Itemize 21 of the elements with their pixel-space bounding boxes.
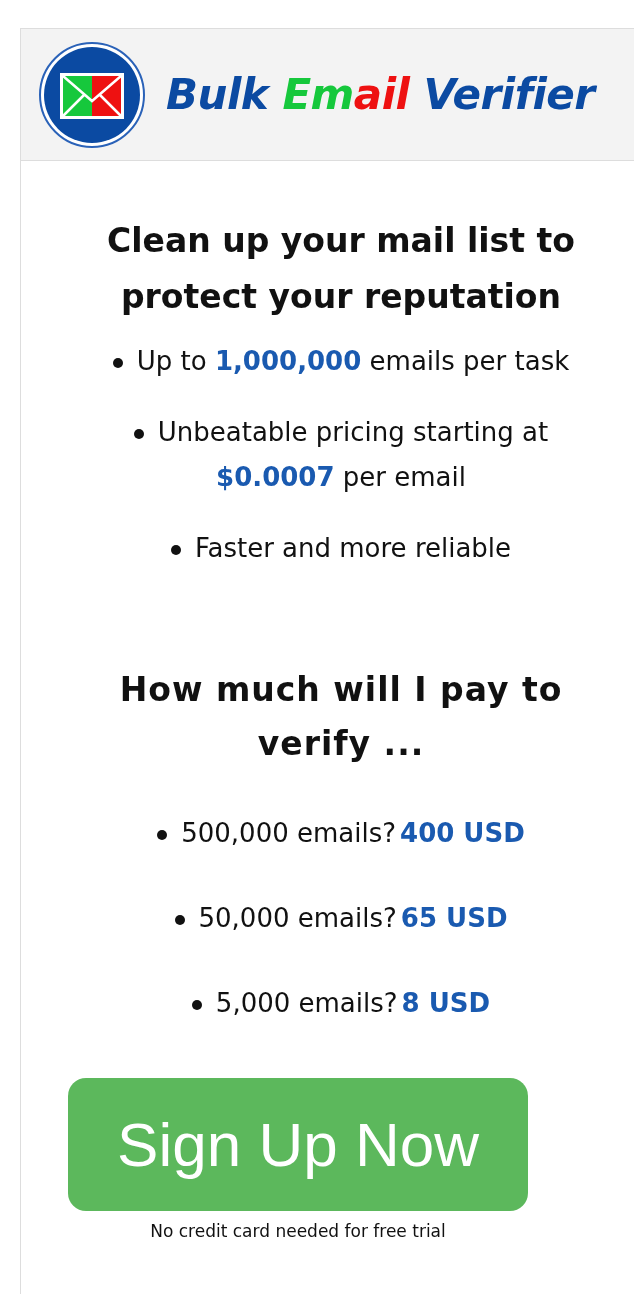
sign-up-button[interactable]: Sign Up Now — [68, 1078, 528, 1211]
envelope-logo-icon — [38, 40, 146, 149]
pricing-heading: How much will I pay to verify ... — [118, 669, 564, 765]
price-value: 400 USD — [400, 818, 525, 848]
price-question: 500,000 emails? — [181, 818, 397, 848]
feature-text: Up to 1,000,000 emails per task — [136, 346, 570, 376]
bullet-icon — [170, 544, 181, 555]
price-question: 5,000 emails? — [215, 988, 398, 1018]
free-trial-note: No credit card needed for free trial — [150, 1221, 446, 1241]
feature-text: Faster and more reliable — [194, 533, 512, 563]
headline: Clean up your mail list to protect your reputation — [106, 220, 576, 318]
bullet-icon — [133, 428, 144, 439]
price-value: 65 USD — [400, 903, 508, 933]
price-value: 8 USD — [401, 988, 491, 1018]
bullet-icon — [157, 829, 168, 840]
bullet-icon — [191, 999, 202, 1010]
feature-text: Unbeatable pricing starting at $0.0007 per email — [157, 417, 549, 492]
bullet-icon — [174, 914, 185, 925]
bullet-icon — [112, 357, 123, 368]
price-question: 50,000 emails? — [198, 903, 397, 933]
brand-name: Bulk Email Verifier — [166, 70, 595, 119]
